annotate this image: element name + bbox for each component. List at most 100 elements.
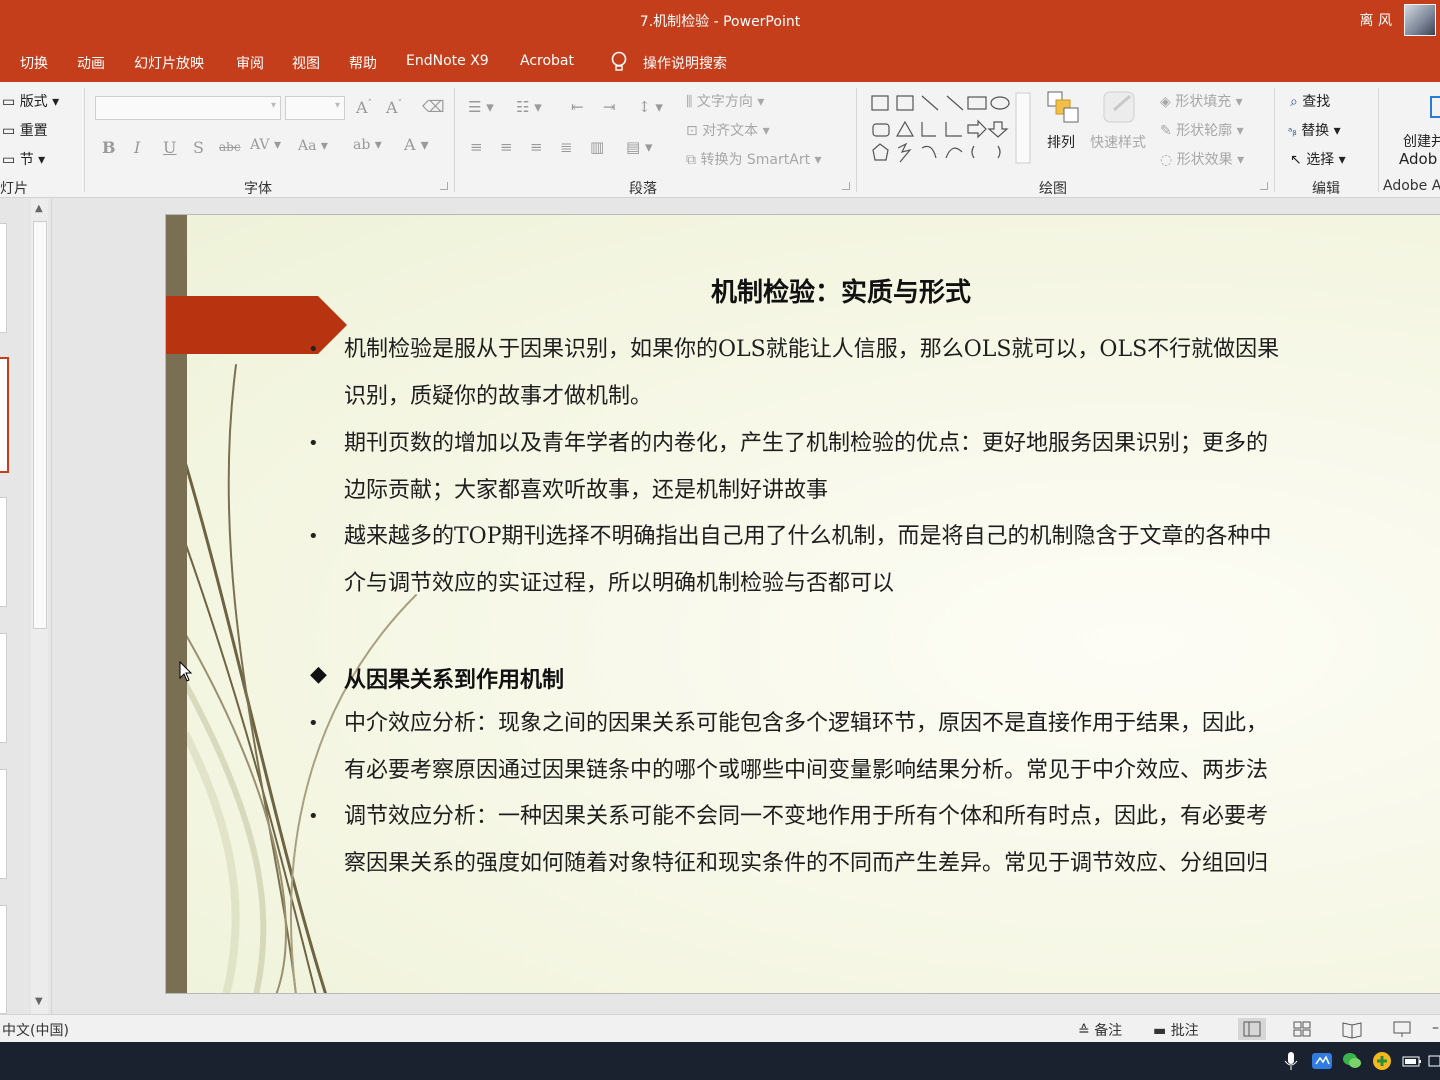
arrange-button[interactable]: 排列 — [1046, 90, 1082, 170]
bullet-icon: • — [308, 339, 319, 360]
slide-thumbnail[interactable] — [0, 633, 7, 743]
section-heading[interactable]: 从因果关系到作用机制 — [344, 662, 564, 694]
align-text-label: 对齐文本 — [702, 123, 759, 139]
distributed-icon[interactable]: ▥ — [590, 138, 604, 156]
ribbon: ▭ 版式 ▾ ▭ 重置 ▭ 节 ▾ 灯片 A˄ A˅ ⌫ B I U S abc… — [0, 82, 1440, 198]
find-button[interactable]: ⌕ 查找 — [1290, 91, 1330, 111]
tab-endnote[interactable]: EndNote X9 — [406, 53, 489, 69]
microphone-icon[interactable] — [1280, 1050, 1302, 1072]
drawing-dialog-launcher[interactable] — [1260, 182, 1268, 190]
select-button[interactable]: ↖ 选择 ▾ — [1290, 149, 1346, 169]
align-left-icon[interactable]: ≡ — [470, 138, 483, 156]
font-size-dropdown[interactable] — [285, 96, 345, 120]
paragraph-dialog-launcher[interactable] — [842, 182, 850, 190]
slideshow-icon — [1393, 1021, 1411, 1037]
separator — [1274, 88, 1275, 192]
layout-button[interactable]: ▭ 版式 ▾ — [2, 91, 59, 111]
adobe-pdf-icon[interactable] — [1430, 96, 1440, 118]
section-button[interactable]: ▭ 节 ▾ — [2, 149, 45, 169]
slideshow-button[interactable] — [1388, 1018, 1416, 1040]
tab-acrobat[interactable]: Acrobat — [520, 53, 574, 69]
text-direction-button[interactable]: ⫼ 文字方向 ▾ — [686, 91, 764, 111]
slide-thumbnail-pane[interactable]: ▲ ▼ — [0, 199, 52, 1014]
status-bar: 中文(中国) ≙ 备注 ▬ 批注 – — [0, 1014, 1440, 1042]
shadow-icon[interactable]: S — [193, 138, 204, 157]
tab-help[interactable]: 帮助 — [349, 53, 377, 73]
slide-thumbnail[interactable] — [0, 223, 7, 333]
shape-outline-label: 形状轮廓 — [1176, 123, 1233, 139]
increase-indent-icon[interactable]: ⇥ — [603, 98, 616, 116]
network-icon[interactable] — [1428, 1050, 1440, 1072]
thumbnail-scrollbar[interactable]: ▲ ▼ — [31, 199, 48, 1014]
slide-thumbnail[interactable] — [0, 497, 7, 607]
slide-bullet[interactable]: 期刊页数的增加以及青年学者的内卷化，产生了机制检验的优点：更好地服务因果识别；更… — [344, 420, 1440, 514]
highlight-icon[interactable]: ab ▾ — [353, 137, 382, 153]
numbering-icon[interactable]: ☷ ▾ — [516, 98, 542, 116]
create-pdf-label[interactable]: 创建并 — [1403, 131, 1440, 151]
wechat-icon[interactable] — [1341, 1050, 1363, 1072]
shape-outline-button[interactable]: ✎ 形状轮廓 ▾ — [1160, 120, 1244, 140]
font-name-dropdown[interactable] — [95, 96, 281, 120]
slide-thumbnail[interactable] — [0, 905, 7, 1014]
normal-view-button[interactable] — [1238, 1018, 1266, 1040]
tab-view[interactable]: 视图 — [292, 53, 320, 73]
slide-bullet[interactable]: 中介效应分析：现象之间的因果关系可能包含多个逻辑环节，原因不是直接作用于结果，因… — [344, 700, 1440, 794]
bullet-line: 有必要考察原因通过因果链条中的哪个或哪些中间变量影响结果分析。常见于中介效应、两… — [344, 758, 1269, 783]
tab-slideshow[interactable]: 幻灯片放映 — [134, 53, 204, 73]
quick-styles-button[interactable]: 快速样式 — [1090, 90, 1150, 170]
change-case-icon[interactable]: Aa ▾ — [298, 138, 328, 154]
slide-bullet[interactable]: 机制检验是服从于因果识别，如果你的OLS就能让人信服，那么OLS就可以，OLS不… — [344, 326, 1440, 420]
tell-me-search[interactable]: 操作说明搜索 — [643, 53, 727, 73]
slide-bullet[interactable]: 越来越多的TOP期刊选择不明确指出自己用了什么机制，而是将自己的机制隐含于文章的… — [344, 513, 1440, 607]
notes-button[interactable]: ≙ 备注 — [1078, 1020, 1122, 1040]
avatar[interactable] — [1404, 4, 1436, 36]
align-text-button[interactable]: ⊡ 对齐文本 ▾ — [686, 120, 770, 140]
slide-sorter-button[interactable] — [1288, 1018, 1316, 1040]
slide-bullet[interactable]: 调节效应分析：一种因果关系可能不会同一不变地作用于所有个体和所有时点，因此，有必… — [344, 793, 1440, 887]
reset-button[interactable]: ▭ 重置 — [2, 120, 48, 140]
tab-review[interactable]: 审阅 — [236, 53, 264, 73]
bullet-line: 机制检验是服从于因果识别，如果你的OLS就能让人信服，那么OLS就可以，OLS不… — [344, 337, 1280, 362]
font-color-icon[interactable]: A ▾ — [404, 135, 429, 154]
shape-fill-button[interactable]: ◈ 形状填充 ▾ — [1160, 91, 1243, 111]
bullets-icon[interactable]: ☰ ▾ — [468, 98, 494, 116]
bullet-line: 识别，质疑你的故事才做机制。 — [344, 384, 653, 409]
slide-thumbnail[interactable] — [0, 769, 7, 879]
shape-effects-button[interactable]: ◌ 形状效果 ▾ — [1160, 149, 1244, 169]
underline-icon[interactable]: U — [163, 138, 176, 157]
scroll-down-icon[interactable]: ▼ — [35, 996, 43, 1007]
strikethrough-icon[interactable]: abc — [219, 140, 241, 154]
align-center-icon[interactable]: ≡ — [500, 138, 513, 156]
battery-icon[interactable] — [1401, 1050, 1423, 1072]
zoom-out-icon[interactable]: – — [1432, 1020, 1439, 1036]
char-spacing-icon[interactable]: AV ▾ — [250, 137, 281, 153]
user-name[interactable]: 离 风 — [1360, 10, 1392, 30]
tab-animations[interactable]: 动画 — [77, 53, 105, 73]
italic-icon[interactable]: I — [134, 138, 140, 157]
increase-font-icon[interactable]: A˄ — [356, 98, 372, 117]
replace-button[interactable]: ᵃᵦ 替换 ▾ — [1288, 120, 1341, 140]
justify-icon[interactable]: ≣ — [560, 138, 573, 156]
reading-view-button[interactable] — [1338, 1018, 1366, 1040]
shapes-gallery[interactable] — [870, 92, 1038, 164]
clear-format-icon[interactable]: ⌫ — [422, 97, 445, 116]
line-spacing-icon[interactable]: ↕ ▾ — [638, 98, 663, 116]
slide-title[interactable]: 机制检验：实质与形式 — [166, 272, 1440, 309]
align-right-icon[interactable]: ≡ — [530, 138, 543, 156]
tab-transitions[interactable]: 切换 — [20, 53, 48, 73]
scroll-thumb[interactable] — [33, 221, 47, 629]
bold-icon[interactable]: B — [102, 138, 116, 157]
app-tray-icon[interactable] — [1311, 1050, 1333, 1072]
columns-icon[interactable]: ▤ ▾ — [626, 138, 652, 156]
slide-canvas[interactable]: 机制检验：实质与形式 • 机制检验是服从于因果识别，如果你的OLS就能让人信服，… — [165, 214, 1440, 994]
comments-button[interactable]: ▬ 批注 — [1153, 1020, 1199, 1040]
language-indicator[interactable]: 中文(中国) — [2, 1020, 69, 1040]
scroll-up-icon[interactable]: ▲ — [35, 203, 43, 214]
drawing-group-label: 绘图 — [1039, 181, 1067, 197]
convert-smartart-button[interactable]: ⧉ 转换为 SmartArt ▾ — [686, 149, 822, 169]
font-dialog-launcher[interactable] — [440, 182, 448, 190]
security-tray-icon[interactable] — [1371, 1050, 1393, 1072]
decrease-font-icon[interactable]: A˅ — [386, 98, 402, 117]
decrease-indent-icon[interactable]: ⇤ — [571, 98, 584, 116]
slide-thumbnail-selected[interactable] — [0, 357, 9, 473]
